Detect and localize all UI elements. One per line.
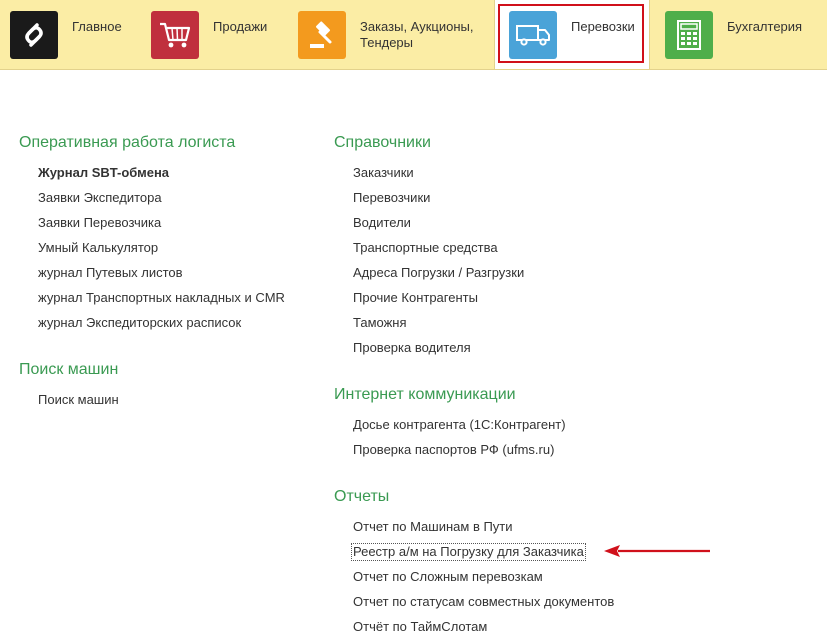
section-main[interactable]: Главное [0, 0, 140, 69]
section-panel: Главное Продажи Заказы, Аукционы, Тендер… [0, 0, 827, 70]
gavel-icon [298, 11, 346, 59]
link-driver-check[interactable]: Проверка водителя [353, 340, 471, 356]
section-sales-label: Продажи [213, 19, 268, 34]
link-report-complex-shipments[interactable]: Отчет по Сложным перевозкам [353, 569, 543, 585]
1c-logo-icon [10, 11, 58, 59]
section-sales[interactable]: Продажи [140, 0, 287, 69]
link-addresses[interactable]: Адреса Погрузки / Разгрузки [353, 265, 524, 281]
link-customers[interactable]: Заказчики [353, 165, 414, 181]
shopping-cart-icon [151, 11, 199, 59]
link-receipts-journal[interactable]: журнал Экспедиторских расписок [38, 315, 241, 331]
active-section-highlight [498, 4, 644, 63]
section-orders-label: Заказы, Аукционы, Тендеры [360, 19, 474, 50]
link-vehicle-search[interactable]: Поиск машин [38, 392, 119, 408]
group-title-search: Поиск машин [19, 361, 119, 378]
section-accounting-label: Бухгалтерия [727, 19, 803, 34]
calculator-icon [665, 11, 713, 59]
link-report-vehicles-en-route[interactable]: Отчет по Машинам в Пути [353, 519, 513, 535]
link-counterparty-dossier[interactable]: Досье контрагента (1С:Контрагент) [353, 417, 566, 433]
link-passport-check[interactable]: Проверка паспортов РФ (ufms.ru) [353, 442, 554, 458]
link-drivers[interactable]: Водители [353, 215, 411, 231]
group-title-internet: Интернет коммуникации [334, 386, 516, 403]
link-smart-calculator[interactable]: Умный Калькулятор [38, 240, 158, 256]
link-waybills-journal[interactable]: журнал Путевых листов [38, 265, 183, 281]
link-other-counterparties[interactable]: Прочие Контрагенты [353, 290, 478, 306]
link-report-document-statuses[interactable]: Отчет по статусам совместных документов [353, 594, 614, 610]
link-carriers[interactable]: Перевозчики [353, 190, 430, 206]
link-customs[interactable]: Таможня [353, 315, 407, 331]
section-accounting[interactable]: Бухгалтерия [650, 0, 827, 69]
group-title-reports: Отчеты [334, 488, 390, 505]
link-carrier-requests[interactable]: Заявки Перевозчика [38, 215, 161, 231]
section-orders[interactable]: Заказы, Аукционы, Тендеры [287, 0, 494, 69]
link-report-timeslots[interactable]: Отчёт по ТаймСлотам [353, 619, 487, 635]
annotation-arrow-icon [604, 545, 710, 557]
section-main-label: Главное [72, 19, 122, 34]
link-vehicles[interactable]: Транспортные средства [353, 240, 498, 256]
link-loading-registry[interactable]: Реестр а/м на Погрузку для Заказчика [351, 543, 586, 561]
group-title-refs: Справочники [334, 134, 431, 151]
link-cmr-journal[interactable]: журнал Транспортных накладных и CMR [38, 290, 285, 306]
link-sbt-journal[interactable]: Журнал SBT-обмена [38, 165, 169, 181]
link-forwarder-requests[interactable]: Заявки Экспедитора [38, 190, 162, 206]
group-title-operative: Оперативная работа логиста [19, 134, 236, 151]
